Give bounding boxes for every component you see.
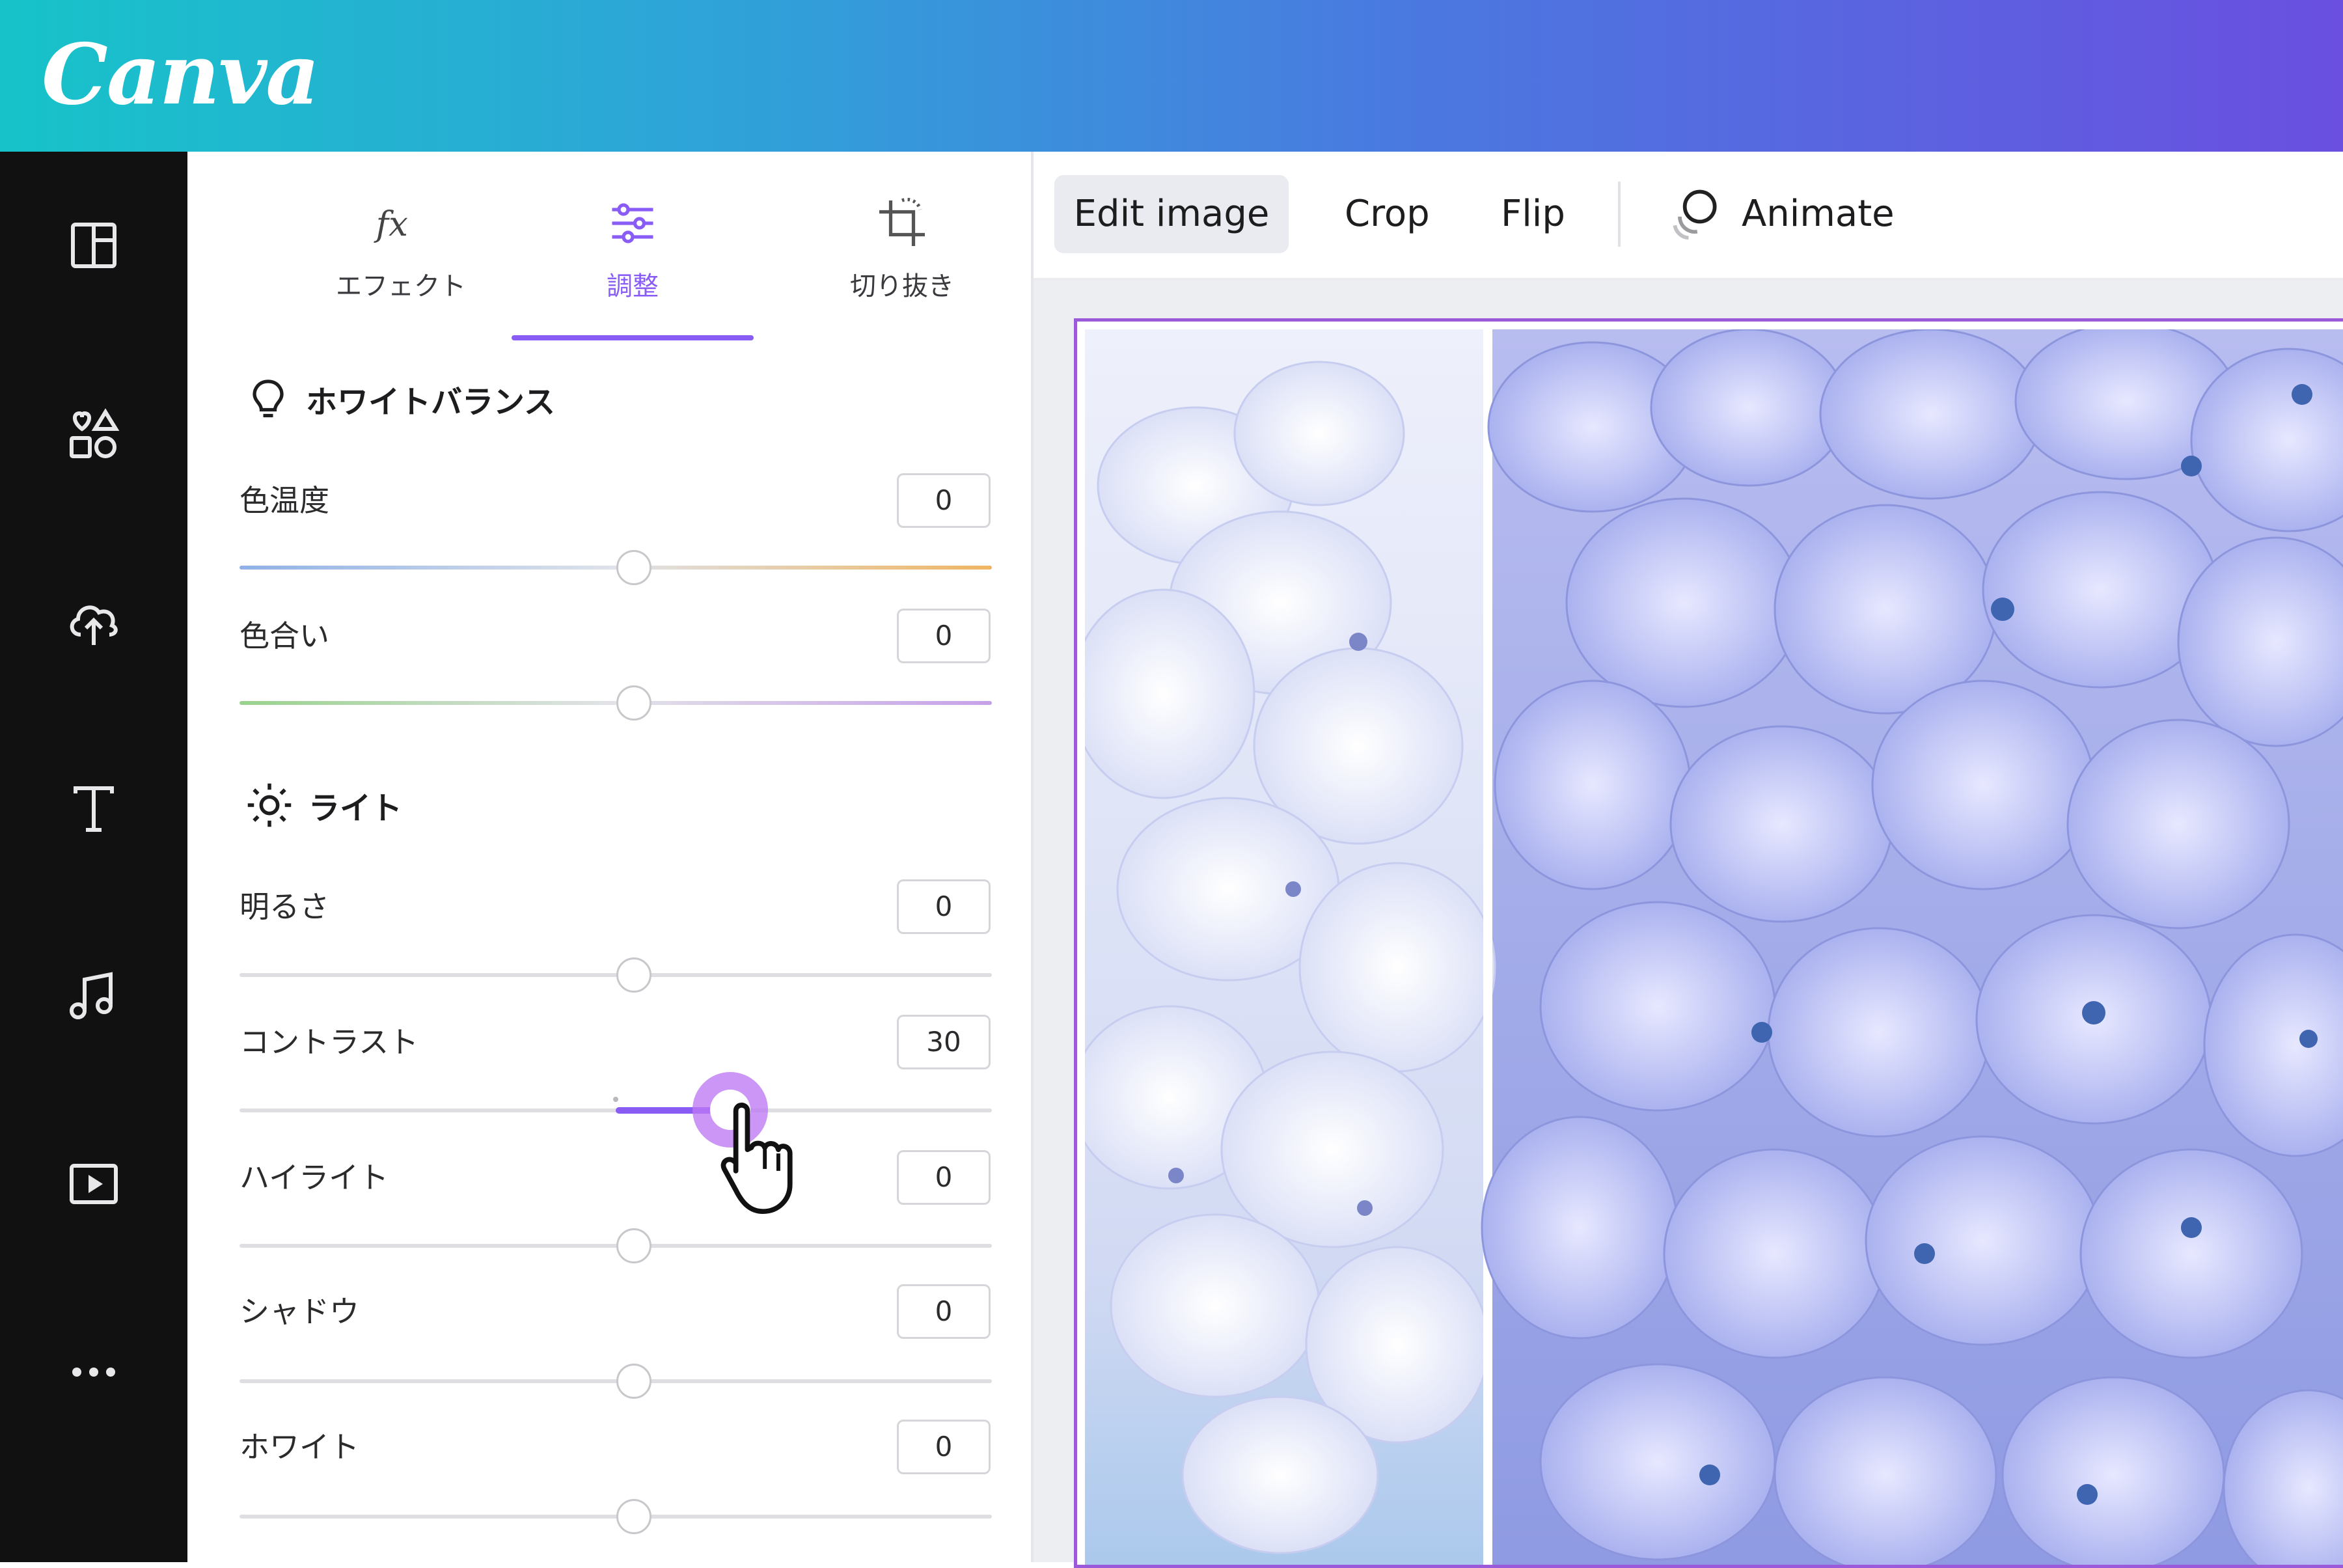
upload-icon[interactable] [55,583,133,661]
highlights-slider-knob[interactable] [616,1228,651,1263]
hand-cursor-icon [720,1103,793,1215]
sliders-icon [502,191,763,256]
top-header: Canva [0,0,2343,152]
shadows-slider-track[interactable] [240,1379,992,1383]
flip-button[interactable]: Flip [1501,175,1565,253]
music-icon[interactable] [55,957,133,1036]
svg-text:fx: fx [374,204,408,244]
tab-adjust-label: 調整 [607,271,659,301]
design-canvas [1034,281,2343,1568]
light-title: ライト [308,790,403,827]
adjust-panel: fx エフェクト 調整 切り抜き ホワイトバランス 色温度 0 色合い 0 ライ… [187,152,1034,1562]
tab-effects-label: エフェクト [336,271,466,301]
side-rail [0,152,187,1562]
contrast-center-mark [613,1097,618,1102]
tab-effects[interactable]: fx エフェクト [271,191,531,308]
brightness-label: 明るさ [240,889,329,924]
tab-crop[interactable]: 切り抜き [772,191,1032,308]
bulb-icon [253,379,284,418]
shadows-value-input[interactable]: 0 [897,1284,991,1339]
whites-value-input[interactable]: 0 [897,1420,991,1474]
white-balance-title: ホワイトバランス [306,384,556,420]
animate-icon [1673,189,1717,240]
highlights-label: ハイライト [240,1160,389,1195]
tint-slider-knob[interactable] [616,685,651,721]
shadows-slider-knob[interactable] [616,1364,651,1399]
brightness-slider-knob[interactable] [616,957,651,993]
before-after-divider [1483,329,1492,1565]
brightness-slider-track[interactable] [240,973,992,977]
tint-label: 色合い [240,618,329,653]
temperature-value-input[interactable]: 0 [897,473,991,528]
temperature-label: 色温度 [240,483,329,518]
video-icon[interactable] [55,1145,133,1223]
whites-slider-track[interactable] [240,1515,992,1519]
highlights-value-input[interactable]: 0 [897,1150,991,1205]
tab-adjust[interactable]: 調整 [502,191,763,308]
white-balance-header: ホワイトバランス [245,376,555,422]
temperature-slider-track[interactable] [240,566,992,570]
contrast-value-input[interactable]: 30 [897,1015,991,1069]
active-tab-indicator [512,335,754,340]
highlights-slider-track[interactable] [240,1244,992,1248]
contrast-label: コントラスト [240,1025,419,1060]
whites-slider-knob[interactable] [616,1499,651,1534]
crop-icon [772,191,1032,256]
selected-image-frame[interactable] [1074,318,2343,1568]
image-toolbar: Edit image Crop Flip Animate [1034,152,2343,281]
tab-crop-label: 切り抜き [850,271,954,301]
animate-button[interactable]: Animate [1665,175,1895,253]
canva-logo[interactable]: Canva [42,26,320,124]
brightness-value-input[interactable]: 0 [897,879,991,934]
more-icon[interactable] [55,1333,133,1411]
tint-value-input[interactable]: 0 [897,609,991,663]
animate-label: Animate [1742,193,1895,235]
light-header: ライト [245,780,402,830]
hydrangea-photo[interactable] [1085,329,2343,1565]
tint-slider-track[interactable] [240,701,992,705]
whites-label: ホワイト [240,1429,359,1465]
elements-icon[interactable] [55,395,133,473]
sun-icon [247,783,292,827]
text-icon[interactable] [55,770,133,848]
edit-image-button[interactable]: Edit image [1054,175,1289,253]
layout-icon[interactable] [55,206,133,284]
fx-icon: fx [271,191,531,256]
shadows-label: シャドウ [240,1294,359,1329]
toolbar-divider [1618,182,1621,247]
crop-button[interactable]: Crop [1345,175,1430,253]
temperature-slider-knob[interactable] [616,550,651,585]
